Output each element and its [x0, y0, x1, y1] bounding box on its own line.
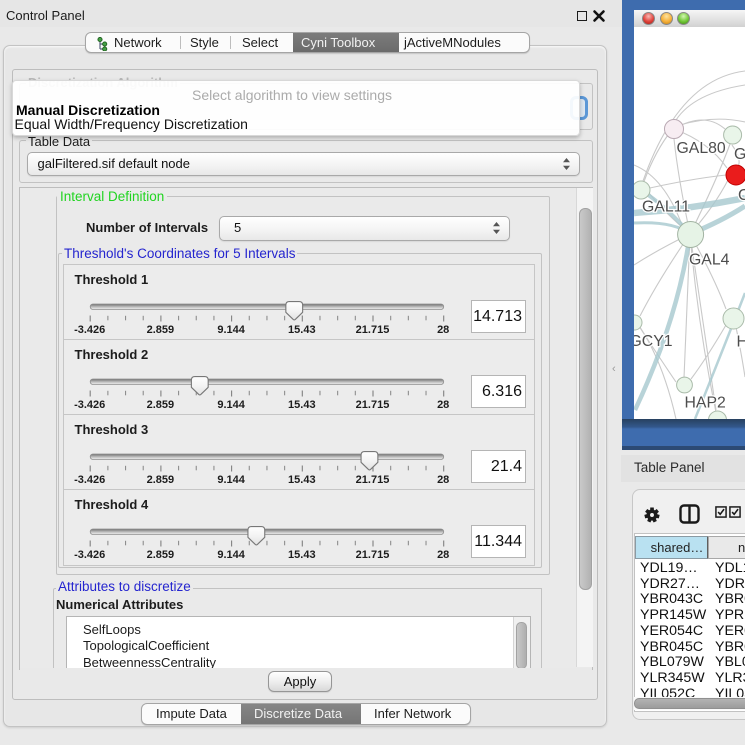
svg-text:HI: HI	[737, 334, 745, 351]
svg-text:GAL4: GAL4	[689, 252, 730, 269]
svg-text:GA: GA	[734, 146, 745, 163]
svg-text:GAL11: GAL11	[642, 199, 690, 216]
svg-text:GCY1: GCY1	[634, 333, 673, 350]
svg-text:GAL80: GAL80	[677, 140, 726, 157]
svg-text:HAP2: HAP2	[685, 395, 726, 412]
svg-text:C: C	[738, 187, 745, 204]
